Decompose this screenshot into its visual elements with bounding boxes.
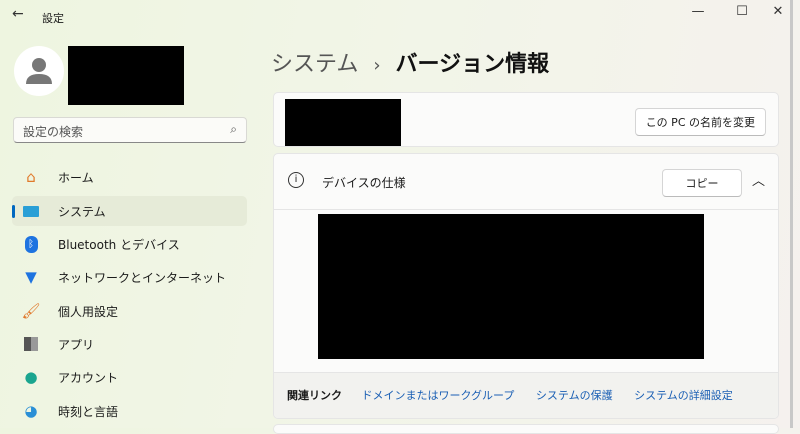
specs-header[interactable]: i デバイスの仕様 コピー ︿ — [274, 154, 778, 210]
system-icon — [22, 202, 40, 220]
home-icon: ⌂ — [26, 168, 36, 186]
link-advanced-system-settings[interactable]: システムの詳細設定 — [634, 389, 733, 402]
search-icon: ⌕ — [230, 122, 237, 136]
sidebar-item-home[interactable]: ⌂ ホーム — [12, 162, 247, 192]
sidebar-item-personalization[interactable]: 🖌 個人用設定 — [12, 296, 247, 326]
wifi-icon: ▼ — [25, 268, 37, 286]
page-title: バージョン情報 — [395, 52, 550, 77]
sidebar-item-label: アカウント — [58, 370, 119, 385]
sidebar-item-label: Bluetooth とデバイス — [58, 237, 180, 252]
account-icon: ● — [24, 368, 38, 386]
minimize-button[interactable]: — — [688, 4, 708, 19]
related-links-label: 関連リンク — [287, 389, 342, 402]
scrollbar[interactable] — [790, 0, 793, 428]
copy-button[interactable]: コピー — [662, 169, 742, 197]
sidebar-item-apps[interactable]: アプリ — [12, 329, 247, 359]
breadcrumb-parent[interactable]: システム — [271, 52, 358, 77]
window-title: 設定 — [42, 12, 64, 25]
sidebar-item-label: 個人用設定 — [58, 304, 119, 319]
device-specs-card: i デバイスの仕様 コピー ︿ 関連リンク ドメインまたはワークグループ システ… — [273, 153, 779, 419]
related-links: 関連リンク ドメインまたはワークグループ システムの保護 システムの詳細設定 — [274, 372, 778, 418]
sidebar-item-label: システム — [58, 204, 106, 219]
sidebar-item-accounts[interactable]: ● アカウント — [12, 362, 247, 392]
breadcrumb: システム › バージョン情報 — [271, 46, 549, 78]
breadcrumb-separator: › — [373, 55, 381, 76]
specs-title: デバイスの仕様 — [322, 176, 406, 190]
redacted-user-info — [68, 46, 184, 105]
sidebar-item-label: ホーム — [58, 170, 94, 185]
sidebar-item-label: 時刻と言語 — [58, 404, 119, 419]
redacted-specs — [318, 214, 704, 359]
sidebar-item-bluetooth[interactable]: ᛒ Bluetooth とデバイス — [12, 229, 247, 259]
link-domain-workgroup[interactable]: ドメインまたはワークグループ — [362, 389, 515, 402]
redacted-pc-name — [285, 99, 401, 146]
sidebar-item-time-language[interactable]: ◕ 時刻と言語 — [12, 396, 247, 426]
user-icon — [26, 58, 52, 84]
chevron-up-icon[interactable]: ︿ — [752, 170, 765, 189]
sidebar-item-label: アプリ — [58, 337, 95, 352]
maximize-button[interactable]: ☐ — [732, 4, 752, 19]
back-button[interactable]: ← — [12, 6, 24, 22]
search-placeholder: 設定の検索 — [23, 125, 84, 139]
search-input[interactable]: 設定の検索 ⌕ — [13, 117, 247, 143]
sidebar-item-label: ネットワークとインターネット — [58, 270, 227, 285]
info-icon: i — [288, 172, 304, 188]
brush-icon: 🖌 — [21, 302, 41, 320]
avatar[interactable] — [14, 46, 64, 96]
close-button[interactable]: ✕ — [768, 4, 788, 19]
rename-pc-button[interactable]: この PC の名前を変更 — [634, 108, 766, 136]
next-card — [273, 424, 779, 434]
bluetooth-icon: ᛒ — [22, 235, 40, 253]
sidebar-item-network[interactable]: ▼ ネットワークとインターネット — [12, 262, 247, 292]
pc-name-card: この PC の名前を変更 — [273, 92, 779, 147]
link-system-protection[interactable]: システムの保護 — [536, 389, 613, 402]
sidebar-item-system[interactable]: システム — [12, 196, 247, 226]
globe-clock-icon: ◕ — [24, 402, 38, 420]
apps-icon — [22, 335, 40, 353]
